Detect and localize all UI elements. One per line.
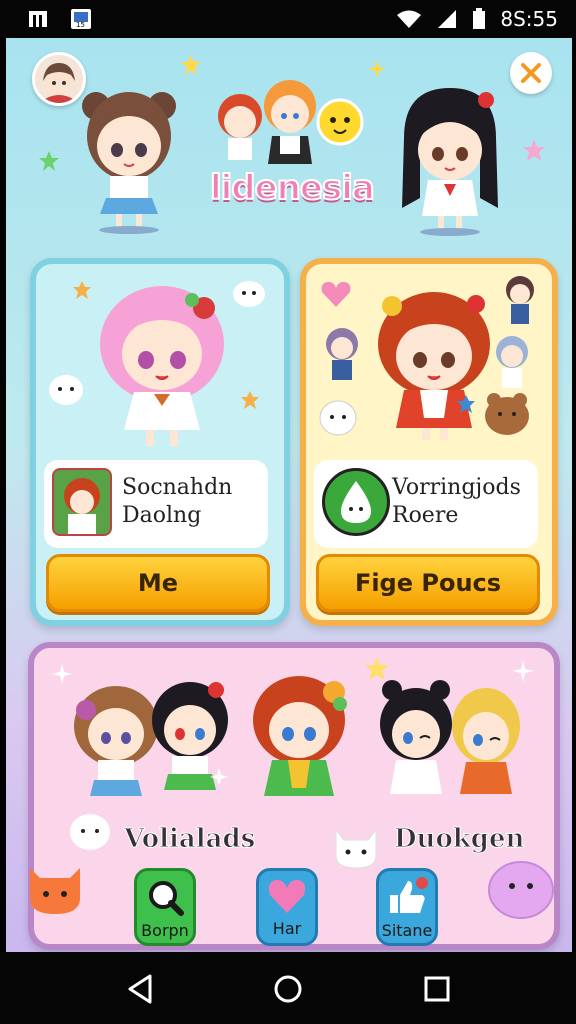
fige-poucs-button[interactable]: Fige Poucs [316,554,540,612]
me-button[interactable]: Me [46,554,270,612]
character-pink-hair-girl [100,286,224,446]
character-small-blue [496,336,528,388]
feature-card-yellow[interactable]: Vorringjods Roere Fige Poucs [300,258,558,626]
ghost-mascot-icon [49,375,83,405]
cat-mascot-icon [335,828,377,869]
group-label-right: Duokgen [393,824,525,855]
card-title-line2: Daolng [122,503,202,528]
gallery-notification-icon: 15 [71,9,91,29]
drop-mascot-icon [341,481,371,523]
app-notification-icon [29,11,47,27]
nav-label-search: Borpn [141,921,189,940]
status-time: 8S:55 [500,7,558,31]
close-icon [521,63,541,83]
character-group-center [253,676,347,796]
heart-icon [321,282,351,307]
star-icon [241,391,259,409]
nav-button-thumbs-up[interactable]: Sitane [376,868,438,946]
nav-label-heart: Har [272,919,302,938]
nav-button-search[interactable]: Borpn [134,868,196,946]
character-black-hair-girl [402,88,498,236]
sparkle-icon [512,660,534,682]
ghost-mascot-icon [319,400,357,436]
logo-mascots [218,80,364,164]
card-info-panel: Vorringjods Roere [314,460,538,548]
ghost-mascot-icon [70,814,110,850]
feature-card-blue[interactable]: Socnahdn Daolng Me [30,258,290,626]
nav-label-thumbs-up: Sitane [381,921,433,940]
card-title-line1: Socnahdn [122,475,233,500]
heart-icon [268,880,306,913]
home-icon[interactable] [273,974,303,1004]
card-title-line2: Roere [392,503,459,528]
sparkle-icon [52,664,72,684]
thumbs-up-icon [390,877,428,913]
star-icon [39,151,59,171]
card-info-panel: Socnahdn Daolng [44,460,268,548]
sparkle-icon [368,60,386,78]
signal-icon [438,10,457,28]
app-title: lidenesia [209,167,376,209]
sparkle-icon [210,768,228,786]
orange-cat-mascot-icon [30,868,80,914]
star-icon [181,55,201,75]
card-title: Socnahdn Daolng [122,474,232,530]
character-group-right [380,680,520,794]
recents-icon[interactable] [424,976,450,1002]
purple-blob-mascot-icon [488,861,554,919]
status-bar: 15 8S:55 [0,0,576,38]
system-navigation-bar [0,952,576,1024]
character-small-brown [506,276,534,324]
battery-icon [473,8,486,29]
card-thumbnail [52,468,112,536]
character-brown-hair-girl [82,92,176,234]
star-icon [73,281,91,299]
back-icon[interactable] [126,974,154,1004]
nav-button-heart[interactable]: Har [256,868,318,946]
wifi-icon [397,10,422,28]
app-screen: lidenesia Socnahdn Daolng Me Vorringjods… [6,38,572,952]
star-icon [523,139,545,161]
svg-text:15: 15 [76,21,85,29]
character-group-left [74,682,228,796]
close-button[interactable] [510,52,552,94]
bear-mascot-icon [485,393,529,435]
character-small-purple [326,328,358,380]
star-icon [457,395,475,413]
ghost-mascot-icon [233,281,265,307]
card-thumbnail [322,468,390,536]
star-icon [365,657,389,680]
search-icon [149,881,184,916]
group-label-left: Volialads [123,824,256,855]
card-title-line1: Vorringjods [392,475,521,500]
card-title: Vorringjods Roere [392,474,521,530]
